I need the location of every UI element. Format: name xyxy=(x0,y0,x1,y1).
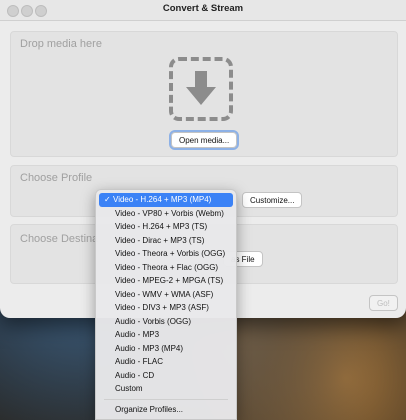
profile-option[interactable]: Audio - CD xyxy=(99,369,233,383)
profile-option[interactable]: Video - Theora + Vorbis (OGG) xyxy=(99,247,233,261)
profile-option[interactable]: Video - VP80 + Vorbis (Webm) xyxy=(99,207,233,221)
go-button[interactable]: Go! xyxy=(369,295,398,311)
profile-option[interactable]: Audio - MP3 (MP4) xyxy=(99,342,233,356)
profile-option[interactable]: Audio - Vorbis (OGG) xyxy=(99,315,233,329)
profile-option[interactable]: Video - H.264 + MP3 (TS) xyxy=(99,220,233,234)
profile-option[interactable]: Video - Theora + Flac (OGG) xyxy=(99,261,233,275)
customize-button[interactable]: Customize... xyxy=(242,192,303,208)
profile-option[interactable]: ✓ Video - H.264 + MP3 (MP4) xyxy=(99,193,233,207)
drop-media-label: Drop media here xyxy=(20,38,102,50)
arrow-down-icon xyxy=(186,71,216,105)
profile-option[interactable]: Custom xyxy=(99,382,233,396)
drop-media-section[interactable]: Drop media here Open media... xyxy=(10,31,398,157)
choose-destination-label: Choose Destina xyxy=(20,233,99,245)
profile-option[interactable]: Audio - MP3 xyxy=(99,328,233,342)
profile-dropdown-menu: ✓ Video - H.264 + MP3 (MP4) Video - VP80 … xyxy=(95,189,237,420)
drop-target-box[interactable] xyxy=(169,57,233,121)
choose-profile-label: Choose Profile xyxy=(20,172,93,184)
profile-option[interactable]: Video - MPEG-2 + MPGA (TS) xyxy=(99,274,233,288)
profile-option[interactable]: Video - DIV3 + MP3 (ASF) xyxy=(99,301,233,315)
window-title: Convert & Stream xyxy=(162,3,244,14)
checkmark-icon: ✓ xyxy=(104,195,111,204)
profile-option[interactable]: Video - WMV + WMA (ASF) xyxy=(99,288,233,302)
organize-profiles-item[interactable]: Organize Profiles... xyxy=(99,403,233,417)
menu-separator xyxy=(104,398,228,400)
profile-option[interactable]: Video - Dirac + MP3 (TS) xyxy=(99,234,233,248)
open-media-button[interactable]: Open media... xyxy=(168,130,240,150)
title-bar: Convert & Stream xyxy=(0,0,406,21)
profile-option[interactable]: Audio - FLAC xyxy=(99,355,233,369)
